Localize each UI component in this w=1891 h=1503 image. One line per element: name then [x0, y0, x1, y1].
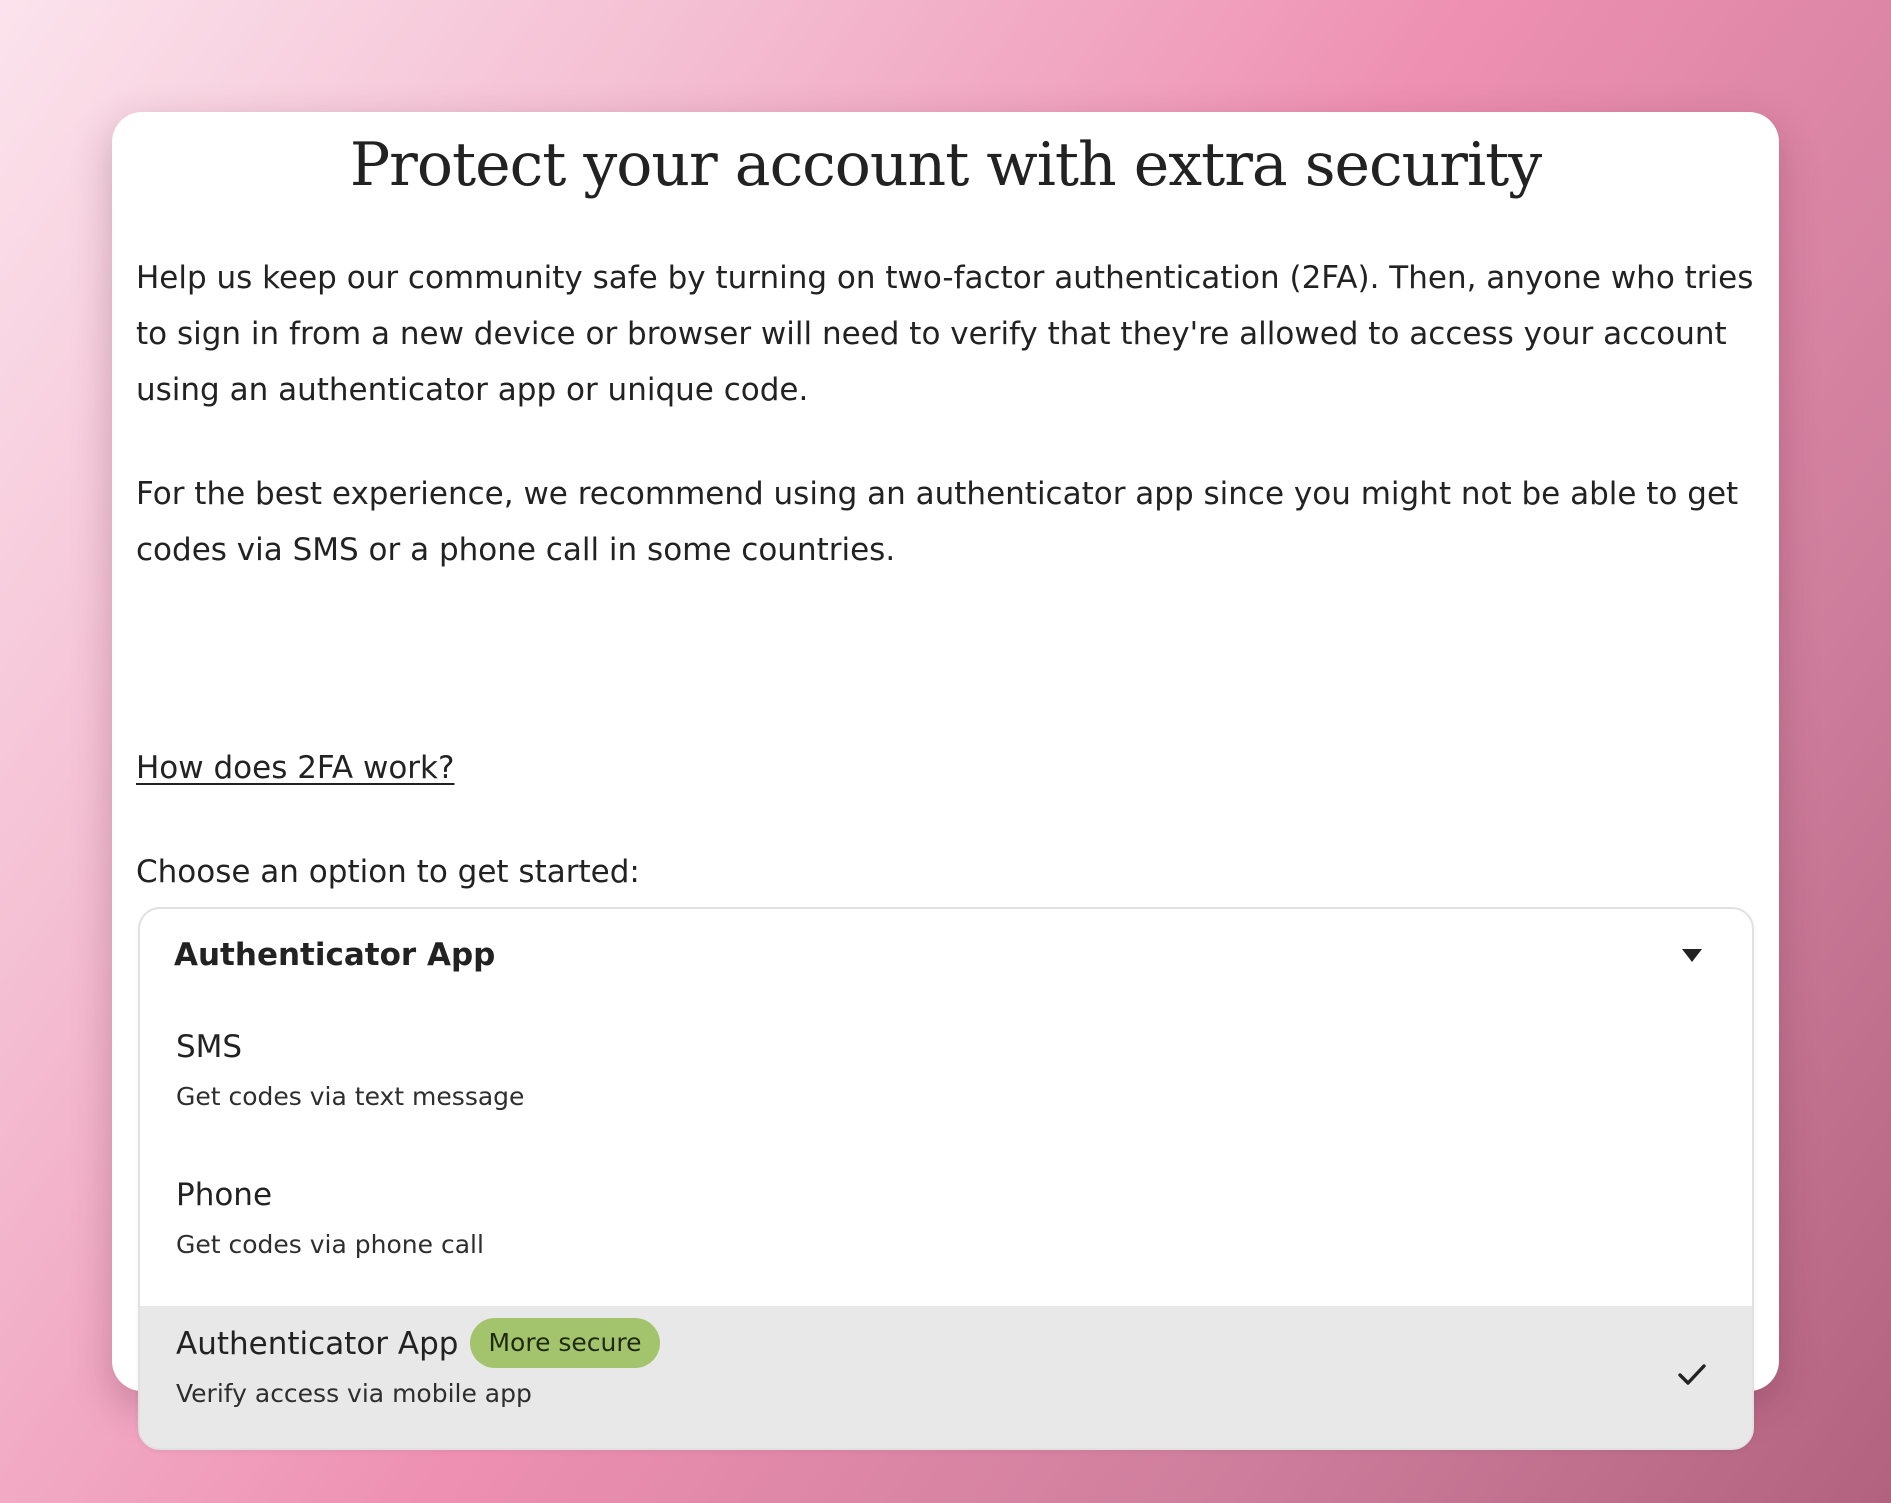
more-secure-badge: More secure — [470, 1318, 660, 1368]
checkmark-icon — [1678, 1364, 1706, 1385]
recommendation-paragraph: For the best experience, we recommend us… — [136, 476, 1739, 568]
option-title: Authenticator App — [176, 1326, 459, 1362]
option-authenticator-app[interactable]: Authenticator App More secure Verify acce… — [140, 1306, 1752, 1448]
how-2fa-works-link[interactable]: How does 2FA work? — [136, 740, 454, 796]
method-select: Authenticator App SMS Get codes via text… — [138, 907, 1754, 1450]
option-title: Phone — [176, 1177, 273, 1213]
option-phone[interactable]: Phone Get codes via phone call — [140, 1157, 1752, 1305]
security-dialog: Protect your account with extra security… — [112, 112, 1779, 1450]
option-description: Get codes via text message — [176, 1082, 525, 1111]
option-description: Verify access via mobile app — [176, 1379, 532, 1408]
option-sms[interactable]: SMS Get codes via text message — [140, 1009, 1752, 1157]
choose-option-label: Choose an option to get started: — [136, 854, 640, 890]
selected-method-value: Authenticator App — [174, 937, 496, 973]
option-title-wrap: Authenticator App More secure — [176, 1316, 660, 1372]
page-title: Protect your account with extra security — [349, 130, 1542, 200]
method-select-toggle[interactable]: Authenticator App — [140, 909, 1752, 1001]
intro-paragraph: Help us keep our community safe by turni… — [136, 260, 1754, 408]
chevron-down-icon — [1682, 949, 1702, 962]
option-title: SMS — [176, 1029, 243, 1065]
option-description: Get codes via phone call — [176, 1230, 484, 1259]
